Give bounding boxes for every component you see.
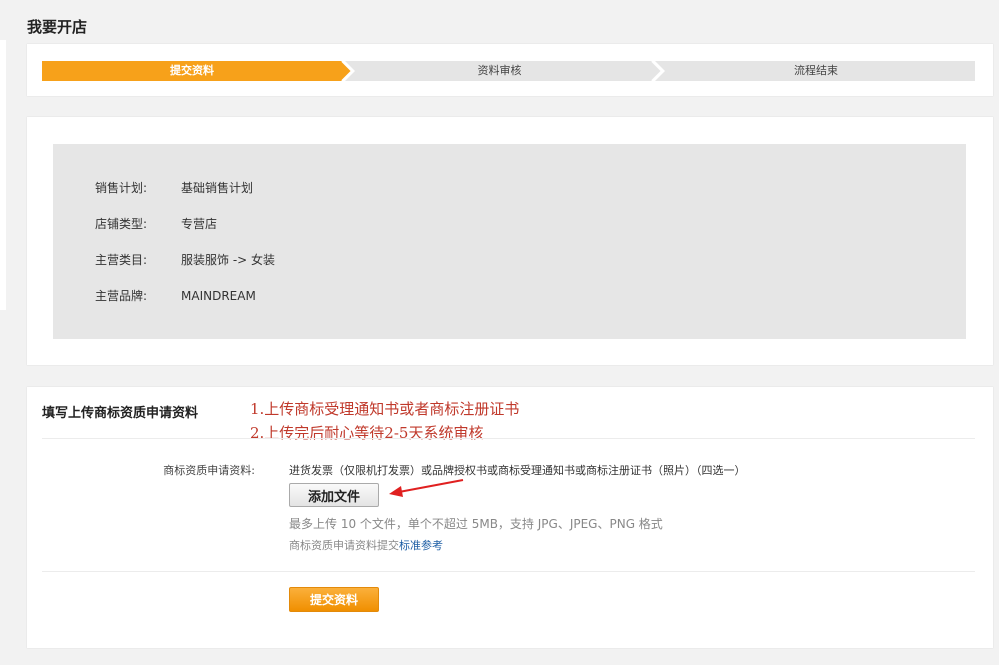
reference-line: 商标资质申请资料提交标准参考 (289, 537, 443, 553)
left-edge-strip (0, 40, 6, 310)
info-key: 主营类目: (95, 253, 148, 267)
reference-prefix: 商标资质申请资料提交 (289, 539, 399, 552)
info-key: 主营品牌: (95, 289, 148, 303)
divider (42, 438, 975, 439)
info-row-sales-plan: 销售计划: 基础销售计划 (95, 180, 253, 196)
steps-panel: 提交资料 资料审核 流程结束 (27, 44, 993, 96)
note-line-2: 2.上传完后耐心等待2-5天系统审核 (250, 424, 484, 442)
form-heading: 填写上传商标资质申请资料 (42, 406, 199, 421)
note-line-1: 1.上传商标受理通知书或者商标注册证书 (250, 400, 520, 418)
info-row-category: 主营类目: 服装服饰 -> 女装 (95, 252, 275, 268)
info-value: MAINDREAM (181, 289, 256, 303)
info-row-brand: 主营品牌: MAINDREAM (95, 288, 256, 304)
add-file-button[interactable]: 添加文件 (289, 483, 379, 507)
shop-info-box: 销售计划: 基础销售计划 店铺类型: 专营店 主营类目: 服装服饰 -> 女装 主营品… (53, 144, 966, 339)
trademark-field-hint: 进货发票（仅限机打发票）或品牌授权书或商标受理通知书或商标注册证书（照片）（四选… (289, 464, 746, 477)
info-value: 专营店 (181, 217, 218, 231)
submit-button[interactable]: 提交资料 (289, 587, 379, 612)
step-review: 资料审核 (477, 64, 522, 77)
shop-info-panel: 销售计划: 基础销售计划 店铺类型: 专营店 主营类目: 服装服饰 -> 女装 主营品… (27, 117, 993, 365)
reference-link[interactable]: 标准参考 (399, 539, 443, 552)
divider (42, 571, 975, 572)
progress-steps: 提交资料 资料审核 流程结束 (42, 61, 975, 81)
red-arrow-icon (389, 479, 464, 497)
info-key: 销售计划: (95, 181, 148, 195)
info-value: 基础销售计划 (181, 181, 254, 195)
trademark-form-panel: 填写上传商标资质申请资料 1.上传商标受理通知书或者商标注册证书 2.上传完后耐… (27, 387, 993, 648)
info-key: 店铺类型: (95, 217, 148, 231)
info-row-shop-type: 店铺类型: 专营店 (95, 216, 217, 232)
step-submit-info: 提交资料 (170, 64, 214, 77)
info-value: 服装服饰 -> 女装 (181, 253, 276, 267)
page-title: 我要开店 (27, 18, 88, 36)
trademark-field-label: 商标资质申请资料: (163, 464, 255, 477)
step-finish: 流程结束 (794, 64, 838, 77)
upload-limit-text: 最多上传 10 个文件，单个不超过 5MB，支持 JPG、JPEG、PNG 格式 (289, 517, 663, 531)
